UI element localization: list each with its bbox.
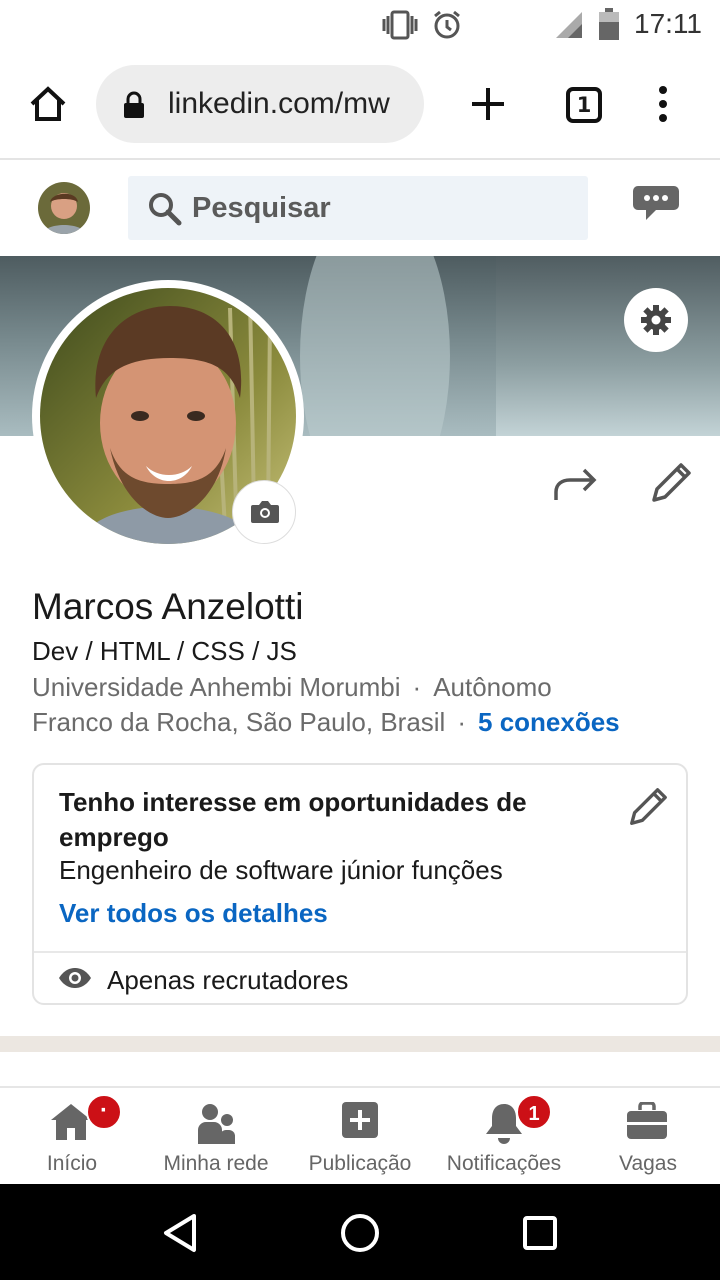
- nav-label-network: Minha rede: [163, 1152, 269, 1175]
- lock-icon: [124, 91, 144, 118]
- browser-toolbar: linkedin.com/mw 1: [0, 50, 720, 160]
- open-to-work-role: Engenheiro de software júnior funções: [59, 855, 503, 885]
- post-icon: [342, 1102, 378, 1138]
- profile-location: Franco da Rocha, São Paulo, Brasil: [32, 707, 446, 737]
- gear-icon: [641, 305, 671, 335]
- tab-switcher-button[interactable]: 1: [566, 87, 602, 123]
- separator-dot: ·: [457, 707, 467, 737]
- eye-icon: [59, 968, 91, 988]
- briefcase-icon: [627, 1102, 667, 1139]
- messaging-icon[interactable]: [632, 184, 680, 224]
- battery-icon: [599, 8, 619, 40]
- nav-label-jobs: Vagas: [619, 1152, 677, 1175]
- nav-label-notifications: Notificações: [446, 1152, 562, 1175]
- search-input[interactable]: Pesquisar: [128, 176, 588, 240]
- profile-company[interactable]: Autônomo: [433, 672, 552, 702]
- search-placeholder: Pesquisar: [192, 192, 331, 224]
- settings-button[interactable]: [624, 288, 688, 352]
- nav-item-notifications[interactable]: 1 Notificações: [432, 1088, 576, 1186]
- nav-item-network[interactable]: Minha rede: [144, 1088, 288, 1186]
- url-bar[interactable]: linkedin.com/mw: [96, 65, 424, 143]
- edit-profile-icon[interactable]: [648, 460, 694, 506]
- separator-dot: ·: [412, 672, 422, 702]
- notifications-badge: 1: [516, 1094, 552, 1130]
- profile-location-connections: Franco da Rocha, São Paulo, Brasil · 5 con…: [32, 707, 620, 738]
- see-details-link[interactable]: Ver todos os detalhes: [59, 898, 328, 929]
- connections-link[interactable]: 5 conexões: [478, 707, 620, 737]
- vibrate-icon: [382, 10, 418, 40]
- profile-headline: Dev / HTML / CSS / JS: [32, 636, 297, 666]
- nav-label-post: Publicação: [308, 1152, 412, 1175]
- change-photo-button[interactable]: [232, 480, 296, 544]
- divider: [34, 951, 686, 953]
- visibility-text: Apenas recrutadores: [107, 965, 349, 995]
- status-time: 17:11: [634, 8, 702, 39]
- alarm-icon: [434, 10, 460, 39]
- system-navigation-bar: [0, 1184, 720, 1280]
- section-separator: [0, 1036, 720, 1052]
- profile-education[interactable]: Universidade Anhembi Morumbi: [32, 672, 401, 702]
- app-header: Pesquisar: [0, 162, 720, 256]
- home-circle-icon[interactable]: [340, 1213, 380, 1253]
- signal-icon: [556, 12, 582, 38]
- more-menu-icon[interactable]: [656, 86, 670, 122]
- bottom-navigation: · Início Minha rede Publicação 1 Notific…: [0, 1086, 720, 1184]
- open-to-work-title: Tenho interesse em oportunidades de empr…: [59, 787, 527, 852]
- user-avatar[interactable]: [38, 182, 90, 234]
- back-icon[interactable]: [162, 1213, 198, 1253]
- camera-icon: [251, 501, 279, 523]
- search-icon: [149, 193, 182, 226]
- share-icon[interactable]: [552, 464, 600, 506]
- status-bar: 17:11: [0, 0, 720, 50]
- recents-icon[interactable]: [522, 1215, 558, 1251]
- new-tab-icon[interactable]: [470, 86, 506, 122]
- nav-label-home: Início: [46, 1152, 98, 1175]
- nav-item-home[interactable]: · Início: [0, 1088, 144, 1186]
- home-badge: ·: [86, 1094, 122, 1130]
- nav-item-jobs[interactable]: Vagas: [576, 1088, 720, 1186]
- home-icon[interactable]: [28, 84, 68, 124]
- network-icon: [198, 1104, 235, 1144]
- profile-name: Marcos Anzelotti: [32, 586, 304, 627]
- edit-preferences-icon[interactable]: [626, 785, 670, 829]
- banner-shape: [496, 256, 720, 436]
- nav-item-post[interactable]: Publicação: [288, 1088, 432, 1186]
- profile-education-company: Universidade Anhembi Morumbi · Autônomo: [32, 672, 552, 703]
- open-to-work-card: Tenho interesse em oportunidades de empr…: [32, 763, 688, 1005]
- banner-shape: [300, 256, 450, 436]
- url-text: linkedin.com/mw: [168, 87, 390, 120]
